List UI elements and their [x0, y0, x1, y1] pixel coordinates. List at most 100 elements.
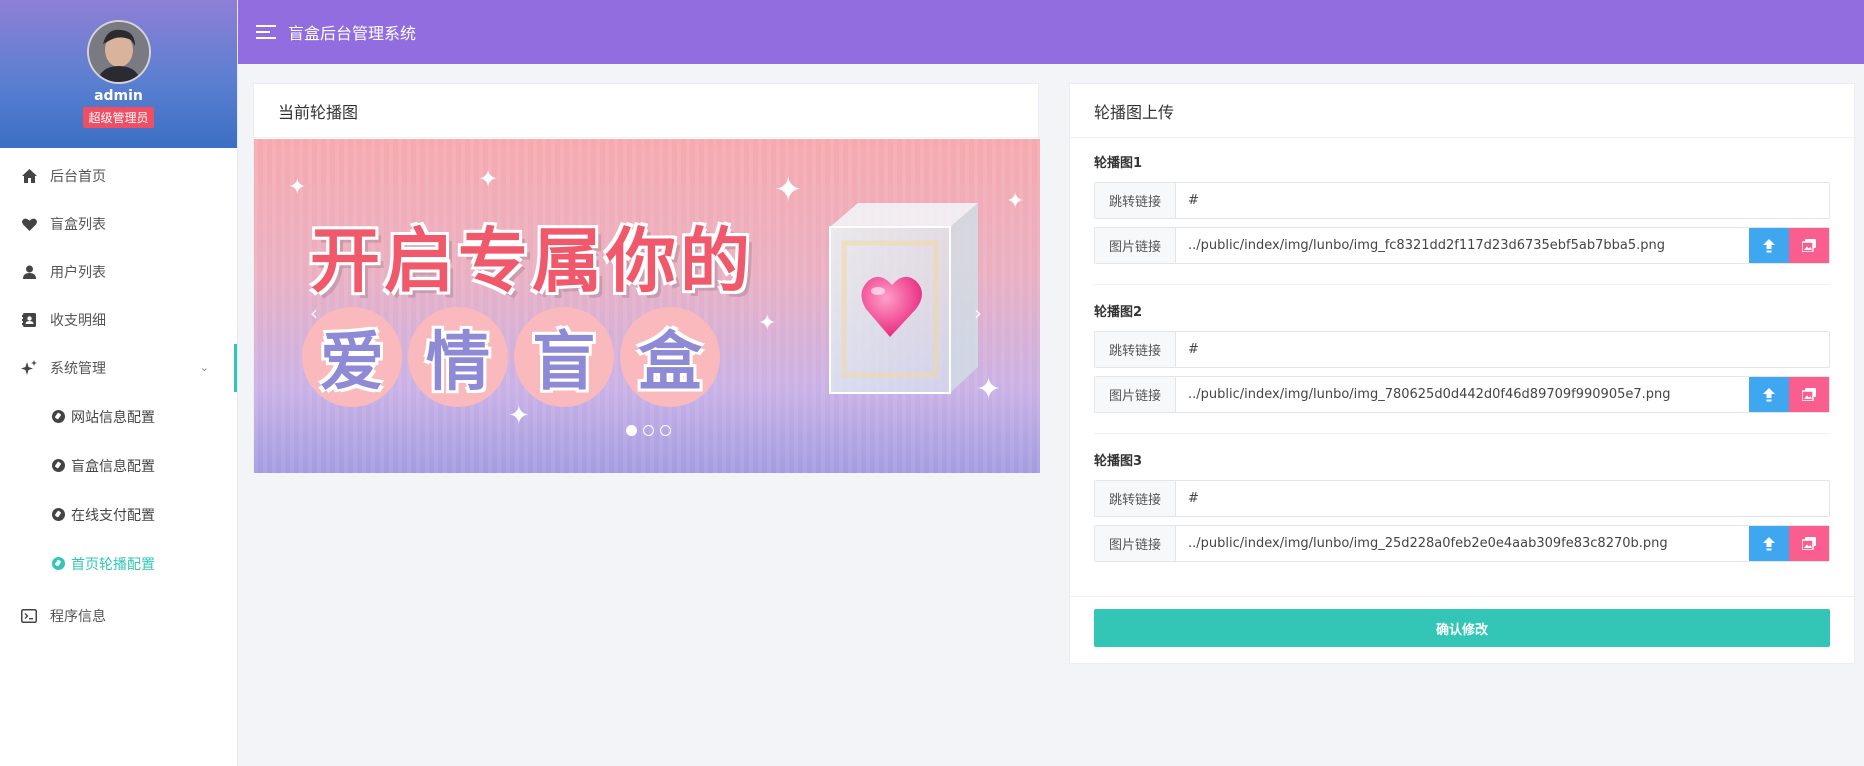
sparkle-decoration-icon: ✦ [478, 165, 499, 193]
sidebar-subitem-blindbox-config[interactable]: 盲盒信息配置 [0, 441, 237, 490]
banner-subtitle: 爱 情 盲 盒 [302, 307, 720, 407]
image-label: 图片链接 [1095, 377, 1176, 412]
sidebar-subitem-payment-config[interactable]: 在线支付配置 [0, 490, 237, 539]
sparkle-decoration-icon: ✦ [1006, 189, 1025, 214]
sidebar-item-label: 后台首页 [50, 169, 106, 185]
confirm-button[interactable]: 确认修改 [1094, 609, 1830, 647]
sidebar-subitem-site-config[interactable]: 网站信息配置 [0, 392, 237, 441]
chevron-down-icon: ⌄ [199, 361, 209, 374]
gallery-icon [1802, 239, 1816, 252]
carousel-indicators [626, 425, 671, 436]
sidebar-subitem-carousel-config[interactable]: 首页轮播配置 [0, 539, 237, 588]
carousel-upload-card: 轮播图上传 轮播图1 跳转链接 # 图片链接 ../public/index/i… [1069, 83, 1855, 664]
image-path-input[interactable]: ../public/index/img/lunbo/img_fc8321dd2f… [1176, 228, 1749, 263]
compass-icon [52, 410, 65, 423]
current-carousel-card: 当前轮播图 ✦ ✦ ✦ ✦ ✦ ✦ ✦ 开启专属你的 爱 情 盲 盒 ‹ › [253, 83, 1040, 473]
sidebar-item-blindbox-list[interactable]: 盲盒列表 [0, 200, 237, 248]
sidebar-item-label: 盲盒列表 [50, 217, 106, 233]
form-footer: 确认修改 [1070, 596, 1854, 647]
upload-arrow-icon [1763, 387, 1775, 401]
carousel-next-arrow-icon[interactable]: › [974, 301, 982, 325]
sidebar-submenu: 网站信息配置 盲盒信息配置 在线支付配置 首页轮播配置 [0, 392, 237, 588]
browse-images-button[interactable] [1789, 526, 1829, 561]
carousel-indicator-dot[interactable] [626, 425, 637, 436]
upload-arrow-icon [1763, 238, 1775, 252]
sparkle-decoration-icon: ✦ [774, 170, 803, 210]
upload-arrow-icon [1763, 536, 1775, 550]
image-input-row: 图片链接 ../public/index/img/lunbo/img_fc832… [1094, 227, 1830, 264]
sparkle-decoration-icon: ✦ [758, 311, 777, 336]
gallery-icon [1802, 537, 1816, 550]
banner-char: 情 [426, 326, 490, 400]
top-header: 盲盒后台管理系统 [238, 0, 1864, 64]
group-title: 轮播图1 [1094, 156, 1143, 171]
sparkle-decoration-icon: ✦ [288, 175, 307, 200]
contact-book-icon [20, 311, 38, 329]
link-input-row: 跳转链接 # [1094, 331, 1830, 368]
link-input[interactable]: # [1176, 481, 1829, 516]
carousel-indicator-dot[interactable] [660, 425, 671, 436]
banner-char-circle: 情 [408, 307, 508, 407]
sidebar-item-dashboard[interactable]: 后台首页 [0, 152, 237, 200]
link-input-row: 跳转链接 # [1094, 182, 1830, 219]
sidebar-item-system[interactable]: 系统管理 ⌄ [0, 344, 237, 392]
sidebar-item-label: 用户列表 [50, 265, 106, 281]
carousel-group-2: 轮播图2 跳转链接 # 图片链接 ../public/index/img/lun… [1070, 285, 1854, 413]
sidebar-subitem-label: 盲盒信息配置 [71, 458, 155, 475]
terminal-icon [20, 607, 38, 625]
banner-char: 盲 [532, 326, 596, 400]
banner-char-circle: 盒 [620, 307, 720, 407]
carousel-banner[interactable]: ✦ ✦ ✦ ✦ ✦ ✦ ✦ 开启专属你的 爱 情 盲 盒 ‹ › [254, 139, 1040, 473]
sidebar-item-program-info[interactable]: 程序信息 [0, 592, 237, 640]
banner-char: 盒 [638, 326, 702, 400]
app-title: 盲盒后台管理系统 [288, 24, 417, 43]
image-path-input[interactable]: ../public/index/img/lunbo/img_25d228a0fe… [1176, 526, 1749, 561]
sidebar-item-label: 程序信息 [50, 609, 106, 625]
compass-icon [52, 459, 65, 472]
group-title: 轮播图3 [1094, 454, 1143, 469]
sidebar-item-label: 系统管理 [50, 361, 106, 377]
profile-panel: admin 超级管理员 [0, 0, 237, 148]
user-name: admin [94, 88, 143, 104]
browse-images-button[interactable] [1789, 377, 1829, 412]
hamburger-menu-icon[interactable] [256, 25, 276, 39]
sidebar-item-user-list[interactable]: 用户列表 [0, 248, 237, 296]
sidebar-subitem-label: 首页轮播配置 [71, 556, 155, 573]
home-icon [20, 167, 38, 185]
group-title: 轮播图2 [1094, 305, 1143, 320]
card-title: 当前轮播图 [254, 84, 1038, 138]
banner-headline: 开启专属你的 [310, 220, 754, 302]
image-path-input[interactable]: ../public/index/img/lunbo/img_780625d0d4… [1176, 377, 1749, 412]
sidebar: admin 超级管理员 后台首页 盲盒列表 用户列表 收支明细 系统管理 ⌄ 网… [0, 0, 238, 766]
upload-button[interactable] [1749, 228, 1789, 263]
link-label: 跳转链接 [1095, 481, 1176, 516]
link-label: 跳转链接 [1095, 183, 1176, 218]
role-badge: 超级管理员 [83, 107, 154, 128]
browse-images-button[interactable] [1789, 228, 1829, 263]
avatar[interactable] [86, 20, 151, 84]
upload-button[interactable] [1749, 377, 1789, 412]
sidebar-item-finance[interactable]: 收支明细 [0, 296, 237, 344]
link-label: 跳转链接 [1095, 332, 1176, 367]
user-icon [20, 263, 38, 281]
sidebar-subitem-label: 网站信息配置 [71, 409, 155, 426]
gallery-icon [1802, 388, 1816, 401]
carousel-group-1: 轮播图1 跳转链接 # 图片链接 ../public/index/img/lun… [1070, 138, 1854, 264]
link-input[interactable]: # [1176, 332, 1829, 367]
link-input[interactable]: # [1176, 183, 1829, 218]
carousel-prev-arrow-icon[interactable]: ‹ [310, 301, 318, 325]
upload-button[interactable] [1749, 526, 1789, 561]
compass-icon [52, 508, 65, 521]
image-label: 图片链接 [1095, 526, 1176, 561]
carousel-group-3: 轮播图3 跳转链接 # 图片链接 ../public/index/img/lun… [1070, 434, 1854, 562]
sparkle-icon [20, 359, 38, 377]
sidebar-subitem-label: 在线支付配置 [71, 507, 155, 524]
glass-cube-illustration [829, 203, 978, 394]
card-title: 轮播图上传 [1070, 84, 1854, 138]
carousel-indicator-dot[interactable] [643, 425, 654, 436]
image-input-row: 图片链接 ../public/index/img/lunbo/img_25d22… [1094, 525, 1830, 562]
image-input-row: 图片链接 ../public/index/img/lunbo/img_78062… [1094, 376, 1830, 413]
heart-icon [20, 215, 38, 233]
banner-char: 爱 [320, 326, 384, 400]
image-label: 图片链接 [1095, 228, 1176, 263]
